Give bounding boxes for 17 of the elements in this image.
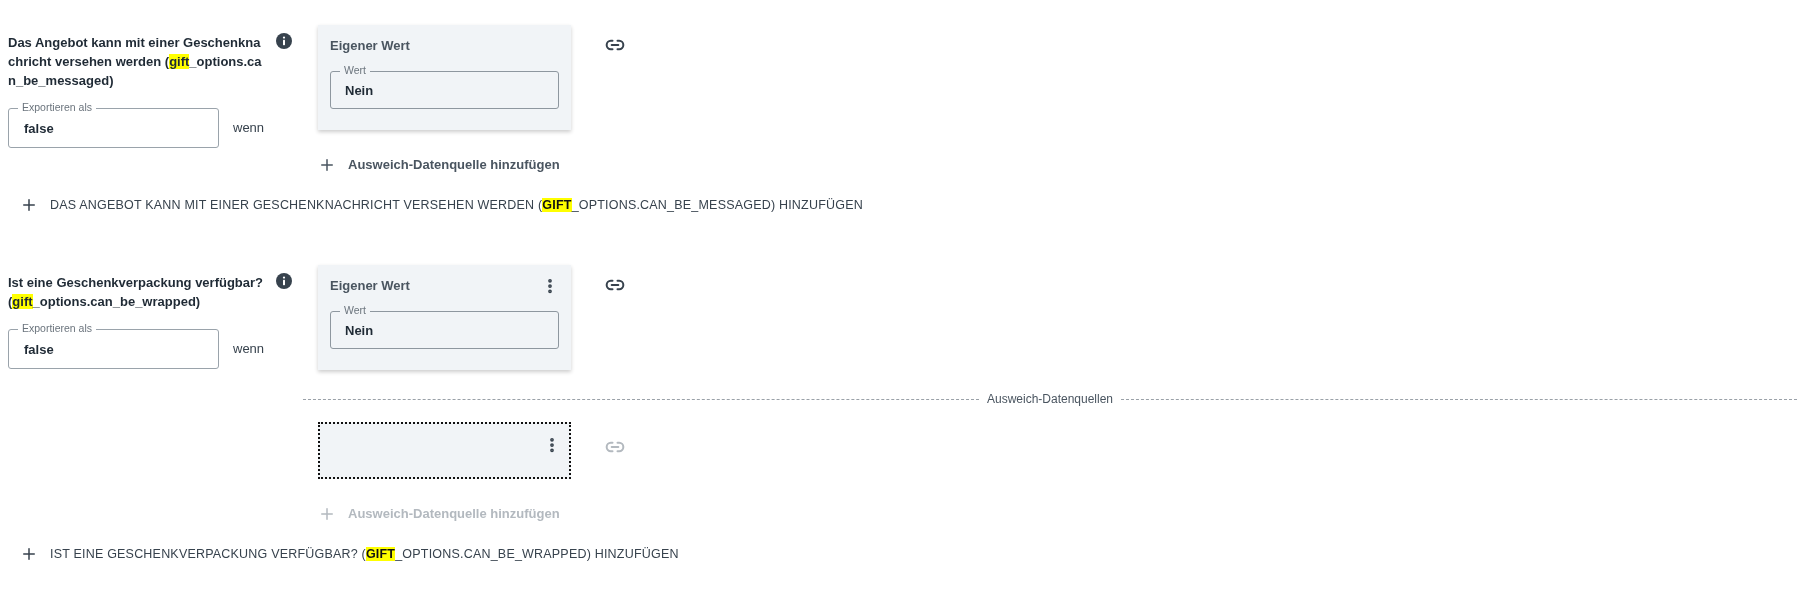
plus-icon — [20, 196, 38, 214]
condition-label: wenn — [233, 340, 265, 359]
plus-icon — [318, 505, 336, 523]
fallback-card[interactable] — [318, 422, 571, 479]
plus-icon — [318, 156, 336, 174]
info-icon[interactable] — [276, 33, 292, 49]
field-label: Wert — [340, 63, 370, 77]
card-title: Eigener Wert — [330, 37, 410, 56]
add-fallback-button[interactable]: Ausweich-Datenquelle hinzufügen — [318, 150, 560, 180]
field-label: Exportieren als — [18, 321, 97, 335]
info-icon[interactable] — [276, 273, 292, 289]
field-label: Wert — [340, 303, 370, 317]
field-label: Exportieren als — [18, 100, 97, 114]
condition-label: wenn — [233, 119, 265, 138]
fallbacks-heading: Ausweich-Datenquellen — [985, 391, 1115, 408]
card-title: Eigener Wert — [330, 277, 410, 296]
plus-icon — [20, 545, 38, 563]
